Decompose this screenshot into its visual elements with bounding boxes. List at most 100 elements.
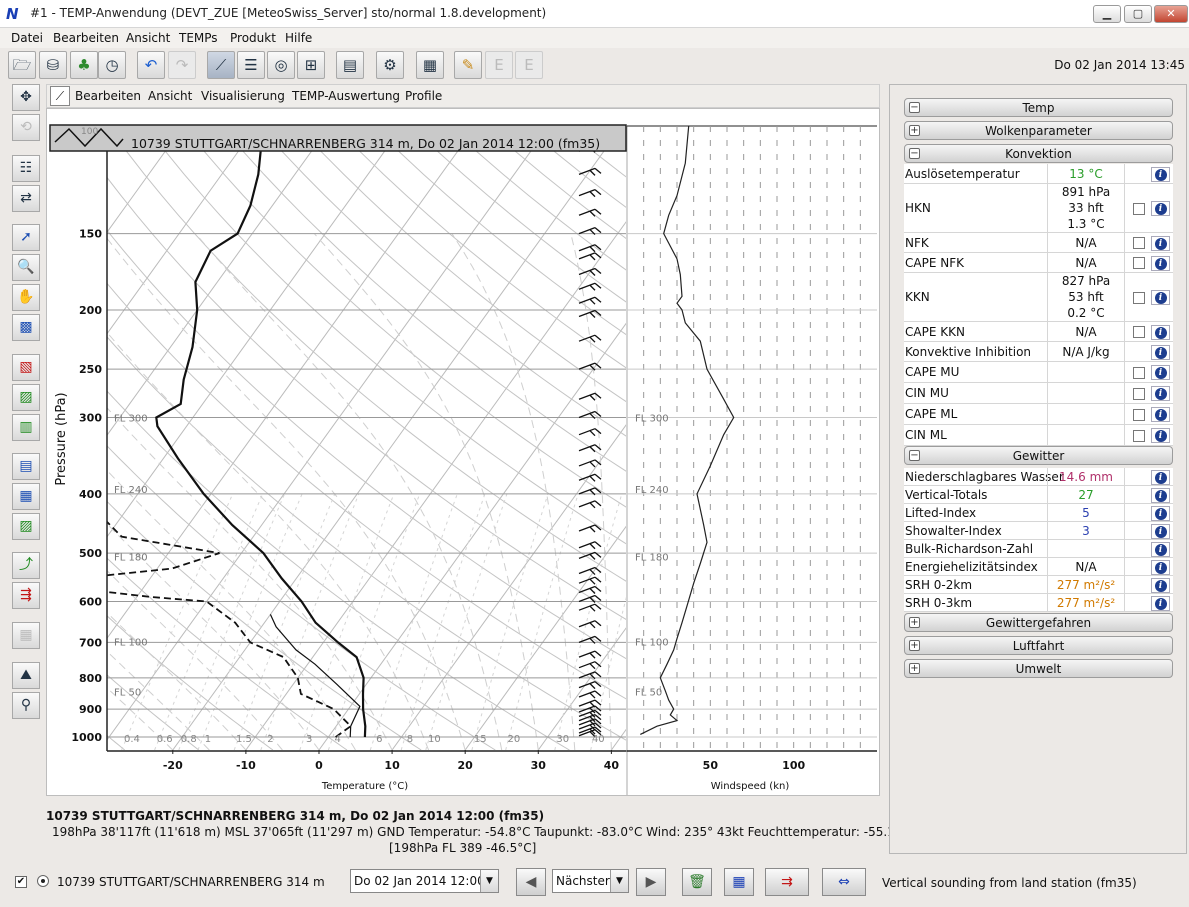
- info-flight-level: [198hPa FL 389 -46.5°C]: [389, 841, 537, 855]
- section-gewittergefahren[interactable]: + Gewittergefahren: [904, 613, 1173, 632]
- next-button[interactable]: ▶: [636, 868, 666, 896]
- parameter-checkbox[interactable]: [1133, 326, 1145, 338]
- arrows-icon[interactable]: ⇶: [12, 582, 40, 609]
- menu-bearbeiten[interactable]: Bearbeiten: [53, 31, 119, 45]
- info-icon[interactable]: i: [1151, 201, 1170, 216]
- parameter-row: KKN 827 hPa 53 hft 0.2 °C i: [904, 273, 1173, 322]
- info-icon[interactable]: i: [1151, 505, 1170, 521]
- red-pattern-icon[interactable]: ▧: [12, 354, 40, 381]
- info-icon[interactable]: i: [1151, 324, 1170, 340]
- info-icon[interactable]: i: [1151, 344, 1170, 360]
- station-visible-checkbox[interactable]: ✔: [15, 876, 27, 888]
- previous-button[interactable]: ◀: [516, 868, 546, 896]
- parameter-row: NFK N/A i: [904, 233, 1173, 253]
- section-wolkenparameter[interactable]: + Wolkenparameter: [904, 121, 1173, 140]
- section-gewitter[interactable]: − Gewitter: [904, 446, 1173, 465]
- e-icon[interactable]: E: [515, 51, 543, 79]
- parameter-checkbox[interactable]: [1133, 237, 1145, 249]
- info-icon[interactable]: i: [1151, 235, 1170, 251]
- menu-hilfe[interactable]: Hilfe: [285, 31, 312, 45]
- submenu-temp-auswertung[interactable]: TEMP-Auswertung: [292, 89, 400, 103]
- parameter-checkbox[interactable]: [1133, 408, 1145, 421]
- undo-icon[interactable]: ↶: [137, 51, 165, 79]
- compare-icon[interactable]: ⇔: [822, 868, 866, 896]
- curve-icon[interactable]: ⤴: [12, 552, 40, 579]
- info-icon[interactable]: i: [1151, 541, 1170, 557]
- info-icon[interactable]: i: [1151, 386, 1170, 401]
- person-icon[interactable]: ⚲: [12, 692, 40, 719]
- grid-icon[interactable]: ⊞: [297, 51, 325, 79]
- hodograph-icon[interactable]: ◎: [267, 51, 295, 79]
- section-temp[interactable]: − Temp: [904, 98, 1173, 117]
- menu-datei[interactable]: Datei: [11, 31, 43, 45]
- submenu-bearbeiten[interactable]: Bearbeiten: [75, 89, 141, 103]
- database-icon[interactable]: ⛁: [39, 51, 67, 79]
- info-icon[interactable]: i: [1151, 255, 1170, 271]
- zoom-icon[interactable]: 🔍: [12, 254, 40, 281]
- parameter-checkbox[interactable]: [1133, 202, 1145, 215]
- clock-icon[interactable]: ◷: [98, 51, 126, 79]
- minimize-button[interactable]: ▁: [1093, 5, 1121, 23]
- parameter-checkbox[interactable]: [1133, 366, 1145, 379]
- menu-temps[interactable]: TEMPs: [179, 31, 218, 45]
- parameter-checkbox[interactable]: [1133, 291, 1145, 304]
- parameter-checkbox[interactable]: [1133, 429, 1145, 442]
- move-icon[interactable]: ✥: [12, 84, 40, 111]
- close-button[interactable]: ✕: [1154, 5, 1188, 23]
- maximize-button[interactable]: ▢: [1124, 5, 1152, 23]
- info-icon[interactable]: i: [1151, 577, 1170, 593]
- info-icon[interactable]: i: [1151, 559, 1170, 575]
- map-grid-icon[interactable]: ▩: [12, 314, 40, 341]
- submenu-ansicht[interactable]: Ansicht: [148, 89, 192, 103]
- parameter-name: CAPE KKN: [905, 324, 965, 339]
- settings-icon[interactable]: ⚙: [376, 51, 404, 79]
- chart-settings-icon[interactable]: ▦: [416, 51, 444, 79]
- map-icon[interactable]: ♣: [70, 51, 98, 79]
- pointer-icon[interactable]: ➚: [12, 224, 40, 251]
- parameter-checkbox[interactable]: [1133, 387, 1145, 400]
- blue-lines-icon[interactable]: ▤: [12, 453, 40, 480]
- skewt-icon[interactable]: ⟋: [207, 51, 235, 79]
- open-folder-icon[interactable]: 🗁: [8, 51, 36, 79]
- green-lines-icon[interactable]: ▨: [12, 513, 40, 540]
- mountain-icon[interactable]: ⛰: [12, 662, 40, 689]
- e-icon[interactable]: E: [485, 51, 513, 79]
- info-icon[interactable]: i: [1151, 365, 1170, 380]
- submenu-profile[interactable]: Profile: [405, 89, 442, 103]
- temperature-tick-label: -20: [163, 759, 183, 772]
- redo-icon[interactable]: ↷: [168, 51, 196, 79]
- parameter-checkbox[interactable]: [1133, 257, 1145, 269]
- hand-icon[interactable]: ✋: [12, 284, 40, 311]
- submenu-visualisierung[interactable]: Visualisierung: [201, 89, 285, 103]
- layout-icon[interactable]: ▤: [336, 51, 364, 79]
- navigation-select[interactable]: Nächster ▼: [552, 869, 629, 893]
- edit-icon[interactable]: ⇄: [12, 185, 40, 212]
- pencil-icon[interactable]: ✎: [454, 51, 482, 79]
- station-radio[interactable]: [37, 875, 49, 887]
- date-select[interactable]: Do 02 Jan 2014 12:00 ▼: [350, 869, 499, 893]
- trash-icon[interactable]: 🗑: [682, 868, 712, 896]
- grid-map-icon[interactable]: ▦: [724, 868, 754, 896]
- table-icon[interactable]: ☰: [237, 51, 265, 79]
- info-icon[interactable]: i: [1151, 166, 1170, 182]
- info-icon[interactable]: i: [1151, 523, 1170, 539]
- section-umwelt[interactable]: + Umwelt: [904, 659, 1173, 678]
- info-icon[interactable]: i: [1151, 469, 1170, 485]
- info-icon[interactable]: i: [1151, 407, 1170, 422]
- export-icon[interactable]: ⇉: [765, 868, 809, 896]
- menu-ansicht[interactable]: Ansicht: [126, 31, 170, 45]
- menu-produkt[interactable]: Produkt: [230, 31, 276, 45]
- info-icon[interactable]: i: [1151, 428, 1170, 443]
- rotate-icon[interactable]: ⟲: [12, 114, 40, 141]
- green-chart-icon[interactable]: ▥: [12, 414, 40, 441]
- info-icon[interactable]: i: [1151, 487, 1170, 503]
- list-icon[interactable]: ☷: [12, 155, 40, 182]
- chevron-down-icon: ▼: [480, 870, 498, 892]
- info-icon[interactable]: i: [1151, 290, 1170, 305]
- info-icon[interactable]: i: [1151, 595, 1170, 611]
- green-pattern-icon[interactable]: ▨: [12, 384, 40, 411]
- section-konvektion[interactable]: − Konvektion: [904, 144, 1173, 163]
- section-luftfahrt[interactable]: + Luftfahrt: [904, 636, 1173, 655]
- blue-grid-icon[interactable]: ▦: [12, 483, 40, 510]
- skewt-diagram[interactable]: 10739 STUTTGART/SCHNARRENBERG 314 m, Do …: [46, 108, 880, 796]
